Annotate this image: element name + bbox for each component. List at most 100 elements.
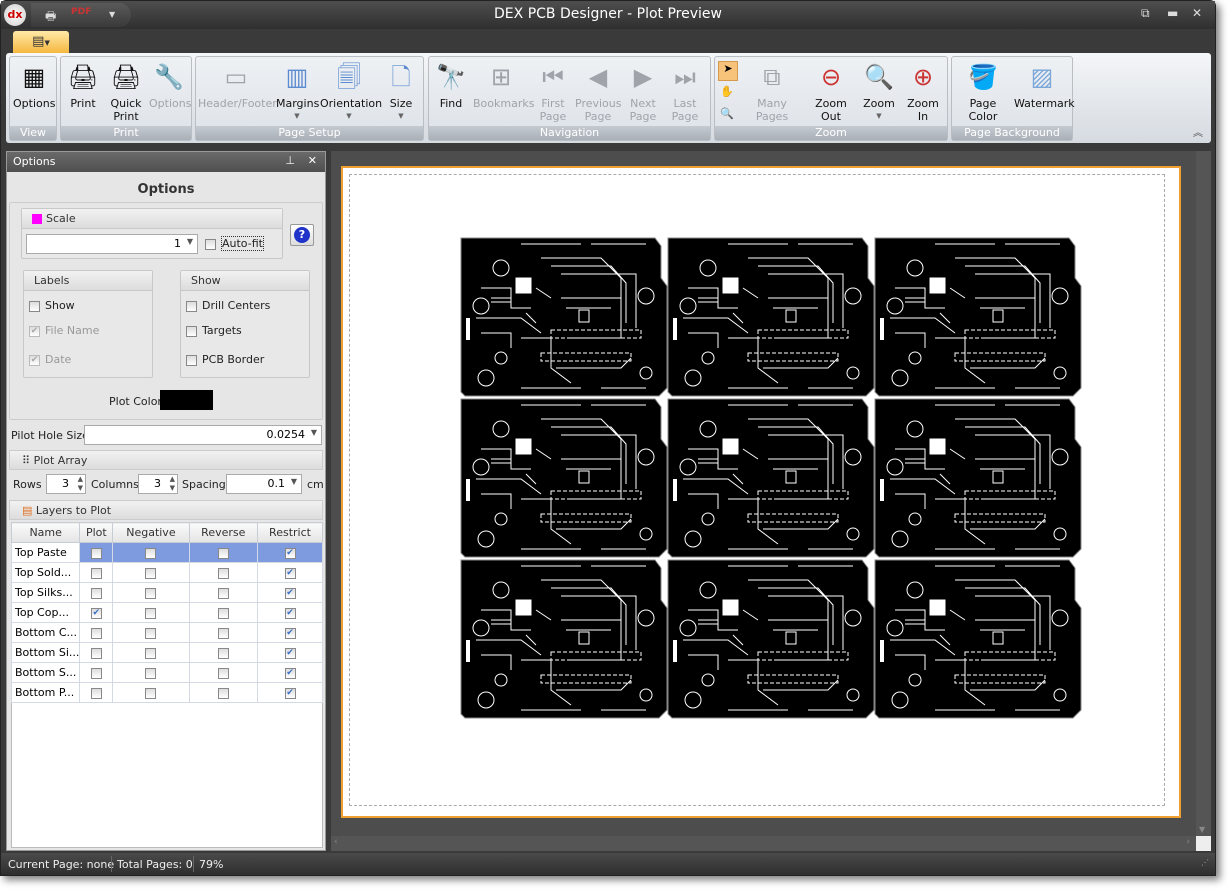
- bookmarks-button[interactable]: ⊞ Bookmarks: [473, 61, 534, 110]
- help-button[interactable]: ?: [290, 224, 314, 246]
- negative-checkbox[interactable]: [145, 607, 157, 619]
- labels-file-name-checkbox[interactable]: ✔ File Name: [29, 324, 99, 337]
- plot-checkbox[interactable]: [90, 567, 102, 579]
- table-row[interactable]: Top Cop... ✔ ✔: [10, 602, 323, 623]
- reverse-checkbox[interactable]: [217, 667, 229, 679]
- horizontal-scrollbar[interactable]: ‹ ›: [331, 836, 1196, 851]
- checkbox[interactable]: ✔: [29, 354, 40, 366]
- table-row[interactable]: Bottom P... ✔: [10, 682, 323, 703]
- column-header[interactable]: Plot: [79, 522, 114, 543]
- scroll-left-icon[interactable]: ‹: [334, 837, 338, 847]
- reverse-checkbox[interactable]: [217, 687, 229, 699]
- maximize-icon[interactable]: ▬: [1167, 6, 1178, 20]
- watermark-button[interactable]: ▨ Watermark: [1014, 61, 1075, 110]
- restrict-checkbox[interactable]: ✔: [284, 587, 296, 599]
- collapse-ribbon-icon[interactable]: ︽: [1193, 124, 1203, 139]
- restrict-checkbox[interactable]: ✔: [284, 607, 296, 619]
- negative-checkbox[interactable]: [145, 547, 157, 559]
- column-header[interactable]: Restrict: [257, 522, 323, 543]
- view-options-button[interactable]: ▦ Options: [13, 61, 55, 110]
- table-row[interactable]: Bottom S... ✔: [10, 662, 323, 683]
- spacing-input[interactable]: 0.1 ▼: [226, 474, 302, 494]
- zoom-in-button[interactable]: ⊕ Zoom In: [901, 61, 945, 123]
- spin-arrows-icon[interactable]: ▲ ▼: [78, 475, 83, 493]
- pointer-tool-icon[interactable]: ➤: [718, 61, 738, 81]
- table-row[interactable]: Bottom Si... ✔: [10, 642, 323, 663]
- plot-checkbox[interactable]: [90, 647, 102, 659]
- last-page-button[interactable]: ⏭ Last Page: [667, 61, 703, 123]
- first-page-button[interactable]: ⏮ First Page: [535, 61, 571, 123]
- labels-date-checkbox[interactable]: ✔ Date: [29, 353, 71, 366]
- columns-stepper[interactable]: 3 ▲ ▼: [138, 474, 178, 494]
- reverse-checkbox[interactable]: [217, 567, 229, 579]
- hand-tool-icon[interactable]: ✋: [720, 85, 734, 98]
- chevron-down-icon[interactable]: ▼: [187, 237, 193, 246]
- restrict-checkbox[interactable]: ✔: [284, 647, 296, 659]
- pin-icon[interactable]: ⊥: [285, 154, 295, 167]
- scroll-down-icon[interactable]: ▼: [1199, 825, 1205, 834]
- plot-checkbox[interactable]: [90, 547, 102, 559]
- table-row[interactable]: Top Silks... ✔: [10, 582, 323, 603]
- table-row[interactable]: Top Sold... ✔: [10, 562, 323, 583]
- previous-page-button[interactable]: ◀ Previous Page: [575, 61, 622, 123]
- zoom-button[interactable]: 🔍 Zoom ▼: [861, 61, 897, 123]
- table-row[interactable]: Top Paste ✔: [10, 542, 323, 563]
- plot-checkbox[interactable]: [90, 667, 102, 679]
- chevron-down-icon[interactable]: ▼: [311, 428, 317, 437]
- column-header[interactable]: Name: [10, 522, 81, 543]
- plot-color-swatch[interactable]: [160, 390, 213, 410]
- close-panel-icon[interactable]: ✕: [308, 154, 317, 167]
- chevron-down-icon[interactable]: ▼: [291, 477, 297, 486]
- negative-checkbox[interactable]: [145, 567, 157, 579]
- column-header[interactable]: Reverse: [188, 522, 259, 543]
- header-footer-button[interactable]: ▭ Header/Footer: [198, 61, 277, 110]
- restrict-checkbox[interactable]: ✔: [284, 667, 296, 679]
- size-button[interactable]: 🗋 Size ▼: [384, 61, 418, 123]
- next-page-button[interactable]: ▶ Next Page: [625, 61, 661, 123]
- checkbox[interactable]: ✔: [29, 325, 40, 337]
- print-options-button[interactable]: 🔧 Options: [149, 61, 191, 110]
- checkbox[interactable]: [186, 354, 197, 366]
- page-color-button[interactable]: 🪣Page Color▼: [955, 61, 1011, 136]
- restore-icon[interactable]: ⧉: [1141, 6, 1150, 21]
- plot-checkbox[interactable]: ✔: [90, 607, 102, 619]
- negative-checkbox[interactable]: [145, 647, 157, 659]
- find-button[interactable]: 🔭 Find: [433, 61, 469, 110]
- print-button[interactable]: 🖨 Print: [65, 61, 101, 110]
- pcb-border-checkbox[interactable]: PCB Border: [186, 353, 264, 366]
- orientation-button[interactable]: 🗐 Orientation ▼: [320, 61, 382, 123]
- restrict-checkbox[interactable]: ✔: [284, 567, 296, 579]
- zoom-out-button[interactable]: ⊖ Zoom Out: [805, 61, 857, 123]
- restrict-checkbox[interactable]: ✔: [284, 547, 296, 559]
- many-pages-button[interactable]: ⧉Many Pages▼: [741, 61, 803, 136]
- negative-checkbox[interactable]: [145, 627, 157, 639]
- magnifier-tool-icon[interactable]: 🔍: [720, 107, 734, 120]
- negative-checkbox[interactable]: [145, 687, 157, 699]
- quick-print-button[interactable]: 🖨 Quick Print: [107, 61, 145, 123]
- plot-checkbox[interactable]: [90, 587, 102, 599]
- pilot-hole-input[interactable]: 0.0254 ▼: [84, 425, 322, 445]
- plot-checkbox[interactable]: [90, 687, 102, 699]
- reverse-checkbox[interactable]: [217, 647, 229, 659]
- drill-centers-checkbox[interactable]: Drill Centers: [186, 299, 270, 312]
- labels-show-checkbox[interactable]: Show: [29, 299, 75, 312]
- checkbox[interactable]: [29, 300, 40, 312]
- reverse-checkbox[interactable]: [217, 607, 229, 619]
- scale-input[interactable]: 1 ▼: [26, 234, 198, 254]
- autofit-checkbox[interactable]: Auto-fit: [205, 236, 264, 251]
- checkbox[interactable]: [186, 325, 197, 337]
- scroll-right-icon[interactable]: ›: [1186, 837, 1190, 847]
- negative-checkbox[interactable]: [145, 667, 157, 679]
- targets-checkbox[interactable]: Targets: [186, 324, 242, 337]
- negative-checkbox[interactable]: [145, 587, 157, 599]
- checkbox[interactable]: [205, 238, 216, 250]
- restrict-checkbox[interactable]: ✔: [284, 627, 296, 639]
- reverse-checkbox[interactable]: [217, 627, 229, 639]
- restrict-checkbox[interactable]: ✔: [284, 687, 296, 699]
- plot-checkbox[interactable]: [90, 627, 102, 639]
- resize-grip-icon[interactable]: ⋰: [1201, 858, 1209, 867]
- vertical-scrollbar[interactable]: ▼: [1196, 151, 1211, 836]
- spin-arrows-icon[interactable]: ▲ ▼: [170, 475, 175, 493]
- application-menu-button[interactable]: ▤▼: [13, 31, 69, 53]
- close-icon[interactable]: ✕: [1192, 6, 1202, 20]
